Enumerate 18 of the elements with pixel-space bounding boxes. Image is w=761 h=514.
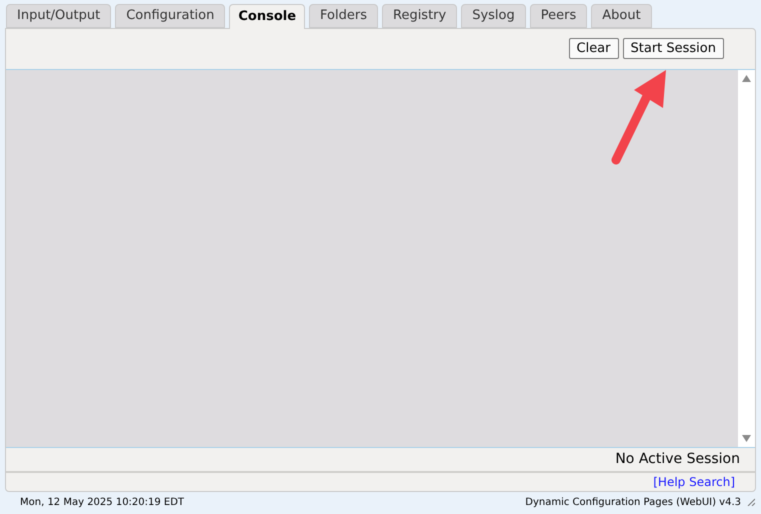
tab[interactable]: About [591,4,652,28]
scroll-up-icon[interactable] [742,74,751,82]
tab[interactable]: Folders [309,4,378,28]
footer-version: Dynamic Configuration Pages (WebUI) v4.3 [525,496,741,510]
tab[interactable]: Configuration [115,4,226,28]
toolbar-button[interactable]: Clear [568,38,618,60]
scrollbar[interactable] [738,70,755,448]
scroll-down-icon[interactable] [742,435,751,442]
tab[interactable]: Input/Output [6,4,112,28]
resize-grip-icon[interactable] [747,498,755,506]
tab[interactable]: Syslog [461,4,526,28]
tab[interactable]: Registry [382,4,458,28]
help-search-link[interactable]: [Help Search] [653,473,735,491]
toolbar-button[interactable]: Start Session [622,38,724,60]
session-status: No Active Session [615,450,740,470]
tab[interactable]: Console [229,4,306,29]
tab[interactable]: Peers [530,4,588,28]
footer-datetime: Mon, 12 May 2025 10:20:19 EDT [20,496,184,510]
